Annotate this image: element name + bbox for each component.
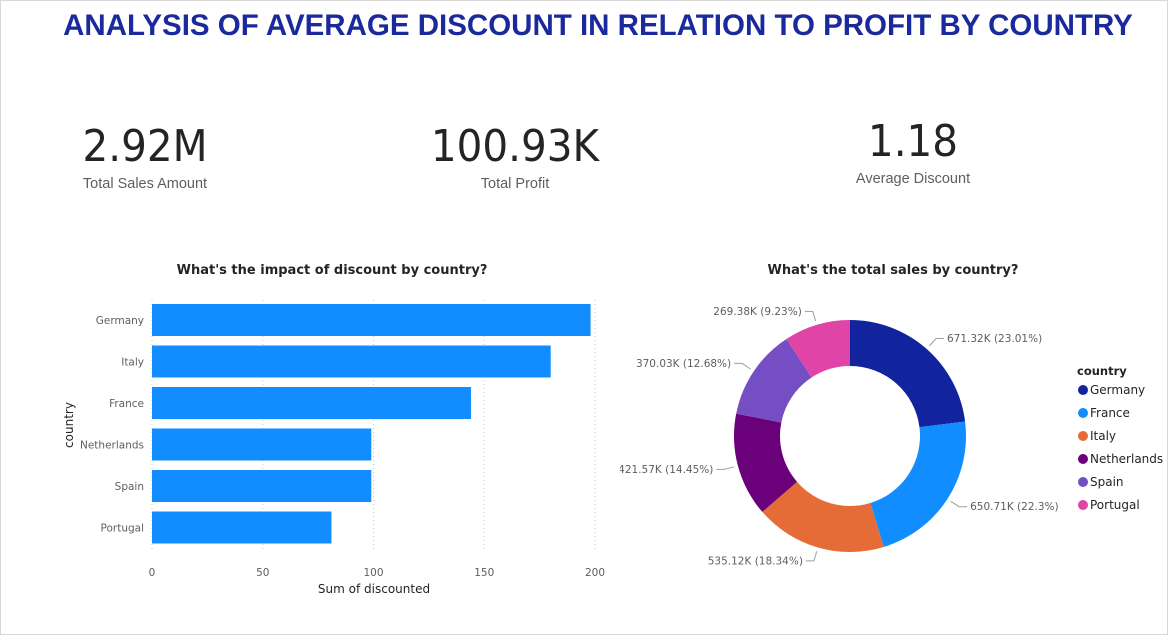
bar[interactable]	[152, 304, 591, 336]
y-tick-label: Spain	[115, 481, 144, 493]
y-tick-label: France	[109, 398, 144, 410]
y-tick-label: Portugal	[101, 523, 145, 535]
kpi-label: Total Profit	[480, 176, 550, 192]
bar-chart-title: What's the impact of discount by country…	[177, 263, 488, 278]
kpi-label: Total Sales Amount	[82, 176, 208, 192]
kpi-label: Average Discount	[855, 171, 971, 187]
x-tick-label: 50	[256, 567, 269, 579]
leader-line	[716, 466, 735, 470]
bar[interactable]	[152, 511, 332, 544]
data-label: 650.71K (22.3%)	[970, 501, 1059, 513]
leader-line	[734, 362, 751, 370]
leader-line	[804, 310, 817, 322]
legend-item[interactable]: Italy	[1090, 429, 1116, 443]
x-tick-label: 200	[585, 567, 605, 579]
bar[interactable]	[152, 345, 551, 378]
leader-line	[805, 551, 818, 562]
sales-donut-chart[interactable]: What's the total sales by country? 671.3…	[620, 250, 1166, 610]
kpi-value: 1.18	[867, 116, 959, 167]
kpi-value: 2.92M	[82, 121, 208, 172]
y-tick-label: Italy	[121, 357, 144, 369]
x-axis-title: Sum of discounted	[318, 582, 430, 596]
y-tick-label: Netherlands	[80, 440, 144, 452]
legend-marker	[1078, 408, 1088, 418]
bar[interactable]	[152, 470, 372, 502]
data-label: 535.12K (18.34%)	[708, 555, 803, 567]
kpi-card-total-profit[interactable]: 100.93K Total Profit	[415, 121, 615, 193]
data-label: 269.38K (9.23%)	[713, 306, 802, 318]
legend-item[interactable]: Germany	[1090, 383, 1145, 397]
donut-slice[interactable]	[870, 421, 966, 547]
x-tick-label: 0	[149, 567, 156, 579]
legend-item[interactable]: Portugal	[1090, 498, 1140, 512]
kpi-value: 100.93K	[430, 121, 600, 172]
x-tick-label: 150	[474, 567, 494, 579]
data-label: 421.57K (14.45%)	[620, 464, 713, 476]
legend-marker	[1078, 385, 1088, 395]
legend-marker	[1078, 431, 1088, 441]
legend-item[interactable]: Netherlands	[1090, 452, 1163, 466]
legend-item[interactable]: France	[1090, 406, 1130, 420]
legend-item[interactable]: Spain	[1090, 475, 1124, 489]
leader-line	[950, 500, 968, 508]
kpi-card-average-discount[interactable]: 1.18 Average Discount	[828, 116, 998, 188]
donut-chart-title: What's the total sales by country?	[768, 263, 1019, 278]
data-label: 370.03K (12.68%)	[636, 358, 731, 370]
bar[interactable]	[152, 387, 471, 419]
legend-title: country	[1077, 364, 1127, 378]
page-title: ANALYSIS OF AVERAGE DISCOUNT IN RELATION…	[63, 9, 1133, 42]
y-tick-label: Germany	[96, 315, 144, 327]
legend-marker	[1078, 454, 1088, 464]
discount-bar-chart[interactable]: What's the impact of discount by country…	[0, 250, 620, 610]
kpi-card-total-sales[interactable]: 2.92M Total Sales Amount	[60, 121, 230, 193]
y-axis-title: country	[62, 402, 76, 448]
x-tick-label: 100	[363, 567, 383, 579]
legend-marker	[1078, 477, 1088, 487]
leader-line	[928, 337, 944, 347]
legend-marker	[1078, 500, 1088, 510]
bar[interactable]	[152, 428, 372, 461]
data-label: 671.32K (23.01%)	[947, 333, 1042, 345]
